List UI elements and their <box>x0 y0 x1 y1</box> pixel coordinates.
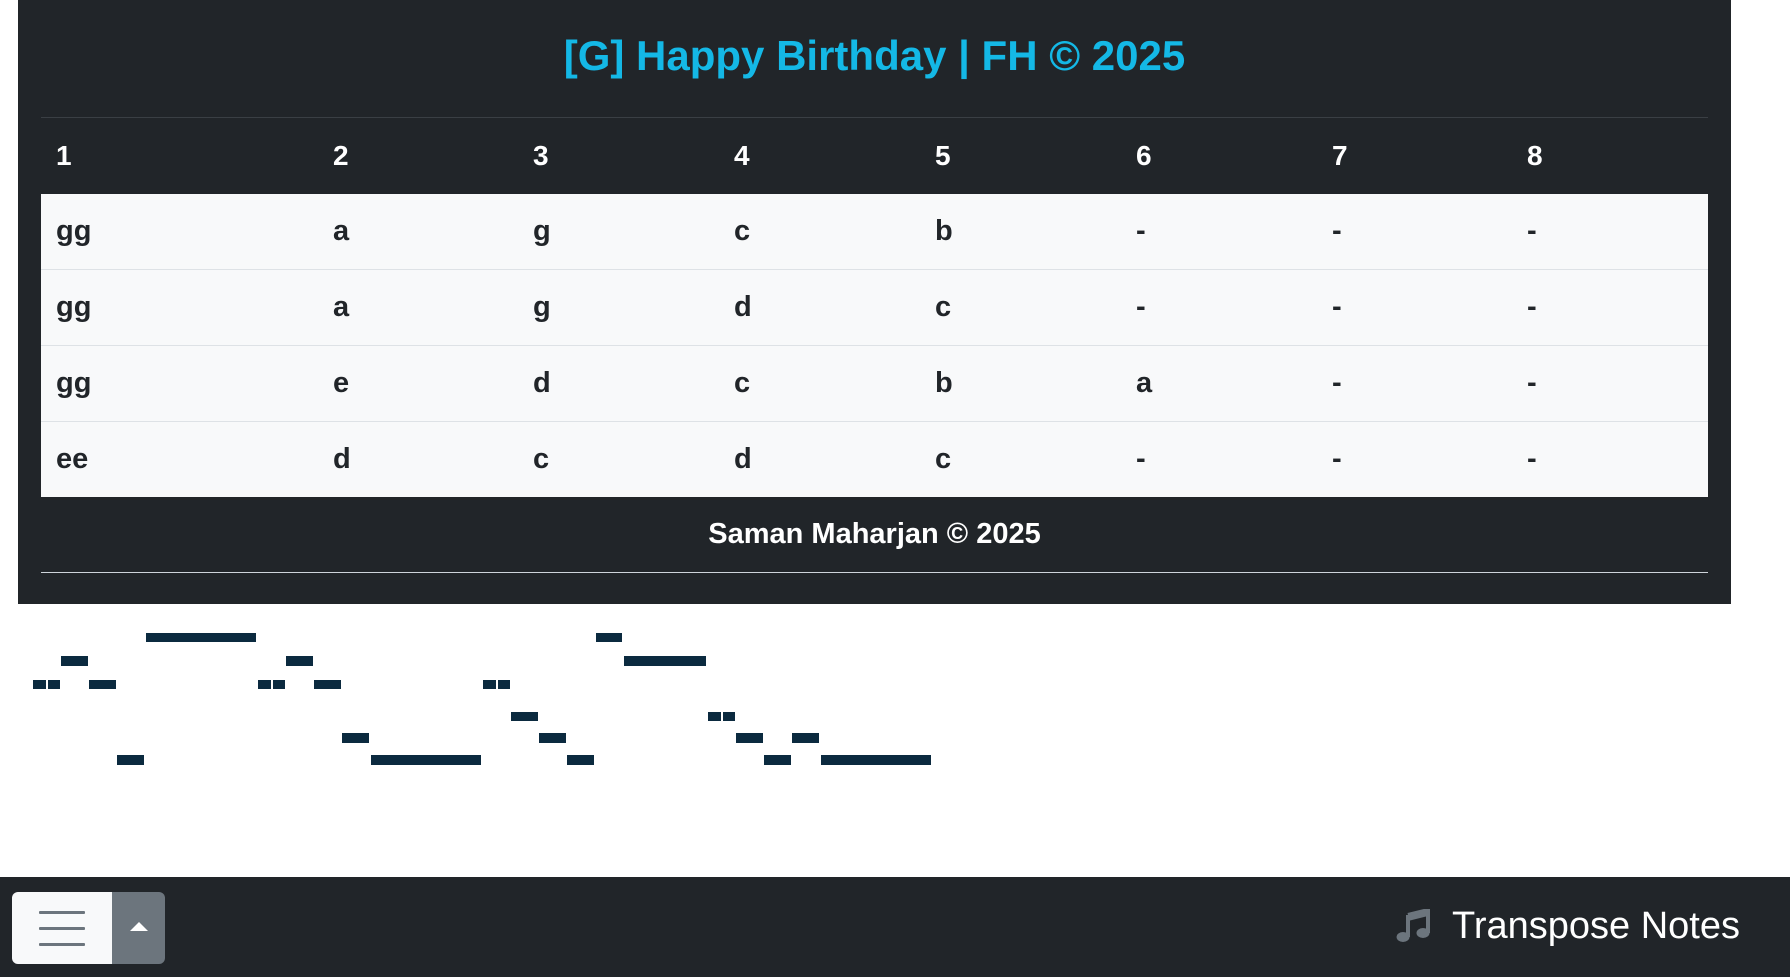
note-bar <box>723 712 735 721</box>
note-cell: - <box>1317 194 1512 270</box>
menu-toggle-button[interactable] <box>12 892 112 964</box>
table-row: gg e d c b a - - <box>41 345 1708 422</box>
notes-table: 1 2 3 4 5 6 7 8 gg a g c b - - - gg a g … <box>41 118 1708 497</box>
music-note-icon <box>1396 909 1431 942</box>
column-header: 8 <box>1527 140 1543 171</box>
note-bar <box>483 680 496 689</box>
note-visualization <box>33 633 931 765</box>
note-bar <box>342 733 369 743</box>
note-cell: - <box>1512 269 1708 346</box>
note-bar <box>117 755 144 765</box>
note-cell: c <box>719 194 920 270</box>
song-title: [G] Happy Birthday | FH © 2025 <box>563 32 1186 79</box>
bottom-navbar: Transpose Notes <box>0 877 1790 977</box>
note-cell: a <box>318 269 518 346</box>
note-cell: b <box>920 194 1121 270</box>
note-cell: - <box>1512 345 1708 422</box>
brand-link[interactable]: Transpose Notes <box>1396 901 1740 951</box>
note-cell: g <box>518 194 719 270</box>
note-cell: - <box>1317 421 1512 497</box>
credit-text: Saman Maharjan © 2025 <box>708 518 1041 550</box>
table-row: gg a g d c - - - <box>41 269 1708 346</box>
note-cell: - <box>1512 421 1708 497</box>
note-cell: c <box>920 269 1121 346</box>
brand-label: Transpose Notes <box>1452 904 1740 947</box>
note-bar <box>258 680 271 689</box>
note-cell: d <box>518 345 719 422</box>
note-cell: - <box>1317 269 1512 346</box>
note-cell: gg <box>41 269 318 346</box>
note-cell: d <box>719 269 920 346</box>
note-cell: c <box>920 421 1121 497</box>
scroll-top-button[interactable] <box>112 892 165 964</box>
note-bar <box>792 733 819 743</box>
note-cell: c <box>518 421 719 497</box>
song-card: [G] Happy Birthday | FH © 2025 1 2 3 4 5… <box>18 0 1731 604</box>
divider <box>41 572 1708 573</box>
note-bar <box>708 712 721 721</box>
note-bar <box>314 680 341 689</box>
column-header: 4 <box>734 140 750 171</box>
note-cell: ee <box>41 421 318 497</box>
hamburger-icon <box>39 911 85 947</box>
note-bar <box>146 633 256 642</box>
note-cell: e <box>318 345 518 422</box>
column-header: 7 <box>1332 140 1348 171</box>
note-bar <box>33 680 46 689</box>
note-cell: gg <box>41 194 318 270</box>
note-cell: - <box>1121 194 1317 270</box>
note-bar <box>511 712 538 721</box>
note-cell: - <box>1121 269 1317 346</box>
table-header-row: 1 2 3 4 5 6 7 8 <box>41 118 1708 194</box>
note-cell: - <box>1317 345 1512 422</box>
note-bar <box>89 680 116 689</box>
note-bar <box>498 680 510 689</box>
note-cell: gg <box>41 345 318 422</box>
note-cell: d <box>318 421 518 497</box>
note-bar <box>624 656 706 666</box>
table-row: ee d c d c - - - <box>41 421 1708 497</box>
note-bar <box>286 656 313 666</box>
note-cell: g <box>518 269 719 346</box>
column-header: 6 <box>1136 140 1152 171</box>
note-bar <box>539 733 566 743</box>
caret-up-icon <box>130 922 148 931</box>
note-cell: - <box>1512 194 1708 270</box>
note-cell: a <box>1121 345 1317 422</box>
column-header: 2 <box>333 140 349 171</box>
note-bar <box>596 633 622 642</box>
note-bar <box>764 755 791 765</box>
note-cell: b <box>920 345 1121 422</box>
note-bar <box>567 755 594 765</box>
note-cell: - <box>1121 421 1317 497</box>
note-bar <box>61 656 88 666</box>
column-header: 1 <box>56 140 72 171</box>
note-cell: d <box>719 421 920 497</box>
note-bar <box>371 755 481 765</box>
note-bar <box>821 755 931 765</box>
note-cell: c <box>719 345 920 422</box>
column-header: 3 <box>533 140 549 171</box>
note-bar <box>273 680 285 689</box>
table-row: gg a g c b - - - <box>41 194 1708 270</box>
note-bar <box>48 680 60 689</box>
column-header: 5 <box>935 140 951 171</box>
note-cell: a <box>318 194 518 270</box>
note-bar <box>736 733 763 743</box>
